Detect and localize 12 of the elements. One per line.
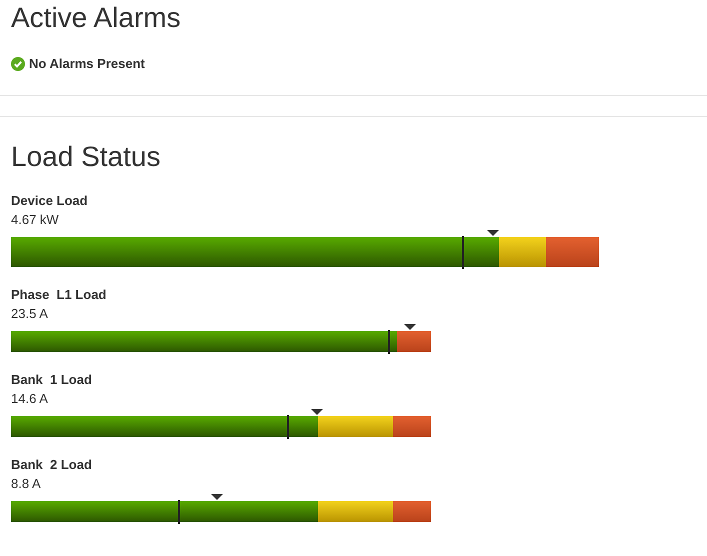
gauge-label: Device Load (11, 192, 88, 208)
gauge-reading: 4.67 kW (11, 212, 59, 228)
gauge-label: Phase L1 Load (11, 286, 106, 302)
check-circle-icon (11, 56, 25, 71)
section-title: Load Status (10, 140, 162, 174)
status-message: No Alarms Present (29, 55, 145, 73)
section-title: Active Alarms (10, 1, 182, 35)
gauge-reading: 8.8 A (11, 476, 41, 492)
gauge-label: Bank 2 Load (11, 456, 92, 472)
gauge-label: Bank 1 Load (11, 372, 92, 388)
gauge-reading: 23.5 A (11, 306, 48, 322)
gauge-reading: 14.6 A (11, 390, 48, 406)
